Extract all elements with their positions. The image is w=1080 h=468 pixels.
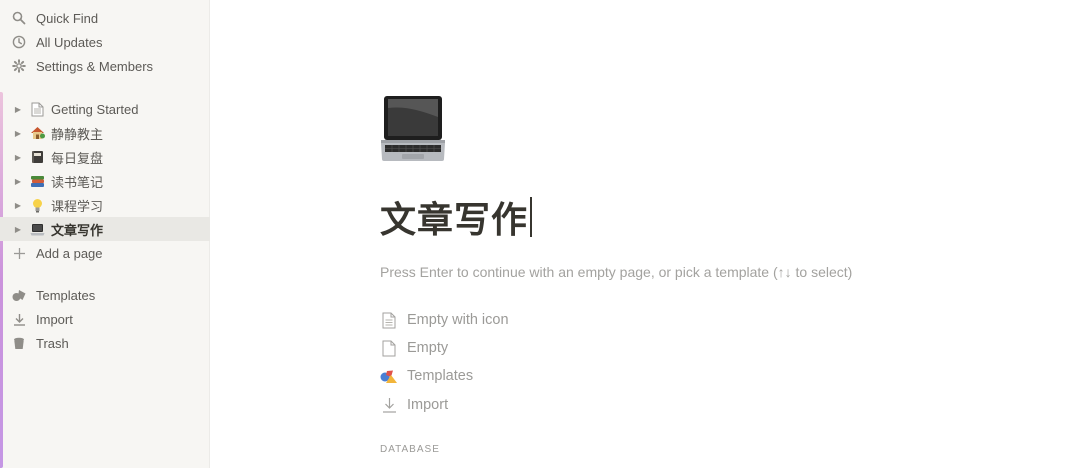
gear-icon	[11, 58, 27, 74]
sidebar-page-label: 读书笔记	[51, 174, 104, 190]
option-empty-with-icon[interactable]: Empty with icon	[380, 309, 509, 331]
sidebar-item-label: Import	[36, 311, 73, 327]
sidebar-item-label: Quick Find	[36, 10, 99, 26]
option-label: Import	[407, 397, 449, 413]
option-empty[interactable]: Empty	[380, 337, 448, 359]
text-cursor	[530, 197, 533, 237]
import-icon	[380, 396, 398, 414]
books-icon	[29, 173, 45, 189]
sidebar-page-label: 文章写作	[51, 222, 104, 238]
sidebar-page-label: Getting Started	[51, 101, 139, 117]
sidebar-item-label: Trash	[36, 335, 69, 351]
sidebar-page-course-study[interactable]: ▶ 课程学习	[0, 193, 210, 217]
sidebar-item-templates[interactable]: Templates	[0, 283, 210, 307]
sidebar-item-all-updates[interactable]: All Updates	[0, 30, 210, 54]
lightbulb-icon	[29, 197, 45, 213]
templates-icon	[380, 367, 398, 385]
import-icon	[11, 311, 27, 327]
database-section-label: DATABASE	[380, 444, 440, 455]
option-label: Empty with icon	[407, 312, 509, 328]
sidebar-item-settings[interactable]: Settings & Members	[0, 54, 210, 78]
sidebar-page-daily-review[interactable]: ▶ 每日复盘	[0, 145, 210, 169]
empty-page-icon	[380, 339, 398, 357]
sidebar-item-quick-find[interactable]: Quick Find	[0, 6, 210, 30]
sidebar-item-import[interactable]: Import	[0, 307, 210, 331]
sidebar-page-label: 静静教主	[51, 126, 104, 142]
expand-caret-icon[interactable]: ▶	[13, 177, 23, 186]
page-with-icon-icon	[380, 311, 398, 329]
expand-caret-icon[interactable]: ▶	[13, 201, 23, 210]
expand-caret-icon[interactable]: ▶	[13, 105, 23, 114]
plus-icon	[11, 245, 27, 261]
sidebar-item-label: Settings & Members	[36, 58, 154, 74]
option-import[interactable]: Import	[380, 394, 448, 416]
templates-icon	[11, 287, 27, 303]
trash-icon	[11, 335, 27, 351]
page-title-text: 文章写作	[380, 199, 529, 240]
search-icon	[11, 10, 27, 26]
main-content: 文章写作 Press Enter to continue with an emp…	[210, 0, 1080, 468]
sidebar-page-label: 每日复盘	[51, 150, 104, 166]
sidebar-page-getting-started[interactable]: ▶ Getting Started	[0, 97, 210, 121]
sidebar-page-jingjing[interactable]: ▶ 静静教主	[0, 121, 210, 145]
notebook-icon	[29, 149, 45, 165]
house-icon	[29, 125, 45, 141]
expand-caret-icon[interactable]: ▶	[13, 153, 23, 162]
sidebar-item-label: Templates	[36, 287, 96, 303]
add-page-label: Add a page	[36, 245, 103, 261]
sidebar-item-label: All Updates	[36, 34, 103, 50]
add-page-button[interactable]: Add a page	[0, 241, 210, 265]
option-label: Templates	[407, 368, 474, 384]
sidebar-page-article-writing[interactable]: ▶ 文章写作	[0, 217, 210, 241]
sidebar: Quick Find All Updates Settings & Member…	[0, 0, 210, 468]
clock-icon	[11, 34, 27, 50]
laptop-icon[interactable]	[380, 94, 446, 162]
expand-caret-icon[interactable]: ▶	[13, 225, 23, 234]
page-doc-icon	[29, 101, 45, 117]
expand-caret-icon[interactable]: ▶	[13, 129, 23, 138]
sidebar-item-trash[interactable]: Trash	[0, 331, 210, 355]
template-hint: Press Enter to continue with an empty pa…	[380, 264, 853, 280]
laptop-icon	[29, 221, 45, 237]
option-templates[interactable]: Templates	[380, 365, 473, 387]
option-label: Empty	[407, 340, 449, 356]
sidebar-page-label: 课程学习	[51, 198, 104, 214]
page-title[interactable]: 文章写作	[380, 194, 533, 240]
sidebar-page-reading-notes[interactable]: ▶ 读书笔记	[0, 169, 210, 193]
